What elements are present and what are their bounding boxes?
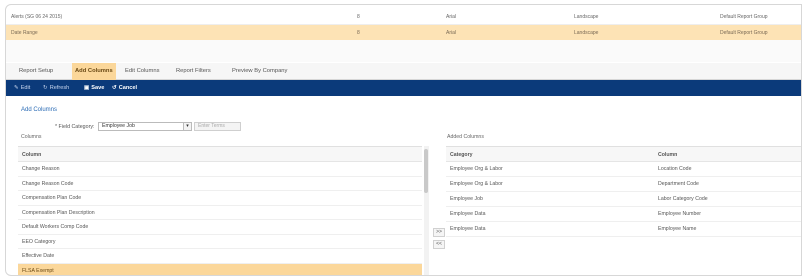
cell-column: Location Code xyxy=(658,166,692,172)
spacer xyxy=(6,40,801,62)
column-header: Column xyxy=(22,152,42,158)
report-name: Date Range xyxy=(11,30,38,36)
report-font-size: 8 xyxy=(357,30,360,36)
section-title: Add Columns xyxy=(21,107,58,113)
list-item-label: Compensation Plan Code xyxy=(22,195,82,201)
report-font-size: 8 xyxy=(357,14,360,20)
report-orientation: Landscape xyxy=(574,30,599,36)
report-panel: Alerts (SG 06 24 2015) 8 Arial Landscape… xyxy=(5,4,802,276)
report-font: Arial xyxy=(446,30,457,36)
list-item-label: Change Reason Code xyxy=(22,180,74,187)
remove-column-button[interactable]: << xyxy=(433,240,445,249)
list-item-label: Compensation Plan Description xyxy=(22,209,95,216)
cell-column: Labor Category Code xyxy=(658,196,708,202)
added-columns-table: Category Column Employee Org & Labor Loc… xyxy=(446,146,801,275)
list-item[interactable]: EEO Category xyxy=(18,235,422,249)
cancel-button[interactable]: ↺ Cancel xyxy=(112,80,137,96)
list-item[interactable]: Compensation Plan Code xyxy=(18,191,422,206)
tab-bar: Report Setup Add Columns Edit Columns Re… xyxy=(6,63,801,80)
cell-category: Employee Data xyxy=(450,211,486,217)
list-item-selected[interactable]: FLSA Exempt xyxy=(18,263,422,275)
cell-category: Employee Data xyxy=(450,226,486,232)
report-group: Default Report Group xyxy=(720,30,768,36)
list-header: Column xyxy=(18,147,422,162)
list-item[interactable]: Compensation Plan Description xyxy=(18,206,422,220)
report-name: Alerts (SG 06 24 2015) xyxy=(11,14,63,20)
pencil-icon: ✎ xyxy=(14,85,19,91)
list-item-label: Effective Date xyxy=(22,253,55,259)
filter-terms-input[interactable]: Enter Terms xyxy=(194,122,241,131)
tab-add-columns[interactable]: Add Columns xyxy=(72,63,116,80)
field-category-select[interactable]: Employee Job ▾ xyxy=(98,122,192,131)
tab-preview-by-company[interactable]: Preview By Company xyxy=(229,63,290,80)
field-category-value: Employee Job xyxy=(102,123,135,129)
refresh-button[interactable]: ↻ Refresh xyxy=(43,80,69,96)
table-header: Category Column xyxy=(446,147,801,162)
available-columns-list: Column Change Reason Change Reason Code … xyxy=(18,146,422,275)
cell-category: Employee Org & Labor xyxy=(450,166,503,172)
cell-category: Employee Job xyxy=(450,196,483,202)
scrollbar-thumb[interactable] xyxy=(424,149,428,193)
table-row[interactable]: Employee Org & Labor Location Code xyxy=(446,162,801,177)
chevron-down-icon[interactable]: ▾ xyxy=(183,123,191,130)
cell-column: Department Code xyxy=(658,181,699,187)
added-columns-label: Added Columns xyxy=(447,134,484,140)
table-row[interactable]: Employee Org & Labor Department Code xyxy=(446,177,801,192)
tab-report-setup[interactable]: Report Setup xyxy=(16,63,56,80)
undo-icon: ↺ xyxy=(112,85,117,91)
report-row-selected[interactable]: Date Range 8 Arial Landscape Default Rep… xyxy=(6,25,801,40)
field-category-label: * Field Category: xyxy=(55,124,95,130)
list-item[interactable]: Change Reason xyxy=(18,162,422,177)
list-item-label: Change Reason xyxy=(22,166,60,172)
tab-report-filters[interactable]: Report Filters xyxy=(173,63,214,80)
report-orientation: Landscape xyxy=(574,14,599,20)
report-group: Default Report Group xyxy=(720,14,768,20)
list-item-label: FLSA Exempt xyxy=(22,267,54,274)
list-item-label: Default Workers Comp Code xyxy=(22,224,89,230)
column-header: Column xyxy=(658,152,678,158)
save-label: Save xyxy=(91,85,105,91)
columns-label: Columns xyxy=(21,134,42,140)
table-row[interactable]: Employee Data Employee Number xyxy=(446,207,801,222)
cell-column: Employee Number xyxy=(658,211,701,217)
toolbar: ✎ Edit ↻ Refresh ▣ Save ↺ Cancel xyxy=(6,80,801,96)
cancel-label: Cancel xyxy=(118,85,138,91)
list-item-label: EEO Category xyxy=(22,238,56,245)
save-button[interactable]: ▣ Save xyxy=(84,80,104,96)
category-header: Category xyxy=(450,152,473,158)
cell-category: Employee Org & Labor xyxy=(450,181,503,187)
add-column-button[interactable]: >> xyxy=(433,228,445,237)
tab-edit-columns[interactable]: Edit Columns xyxy=(122,63,162,80)
edit-label: Edit xyxy=(20,85,31,91)
table-row[interactable]: Employee Job Labor Category Code xyxy=(446,192,801,207)
refresh-icon: ↻ xyxy=(43,85,48,91)
edit-button[interactable]: ✎ Edit xyxy=(14,80,30,96)
cell-column: Employee Name xyxy=(658,226,697,232)
list-item[interactable]: Effective Date xyxy=(18,249,422,264)
floppy-icon: ▣ xyxy=(84,85,90,91)
table-row[interactable]: Employee Data Employee Name xyxy=(446,222,801,237)
list-item[interactable]: Default Workers Comp Code xyxy=(18,220,422,235)
report-row[interactable]: Alerts (SG 06 24 2015) 8 Arial Landscape… xyxy=(6,9,801,25)
list-item[interactable]: Change Reason Code xyxy=(18,177,422,191)
refresh-label: Refresh xyxy=(49,85,70,91)
report-font: Arial xyxy=(446,14,457,20)
